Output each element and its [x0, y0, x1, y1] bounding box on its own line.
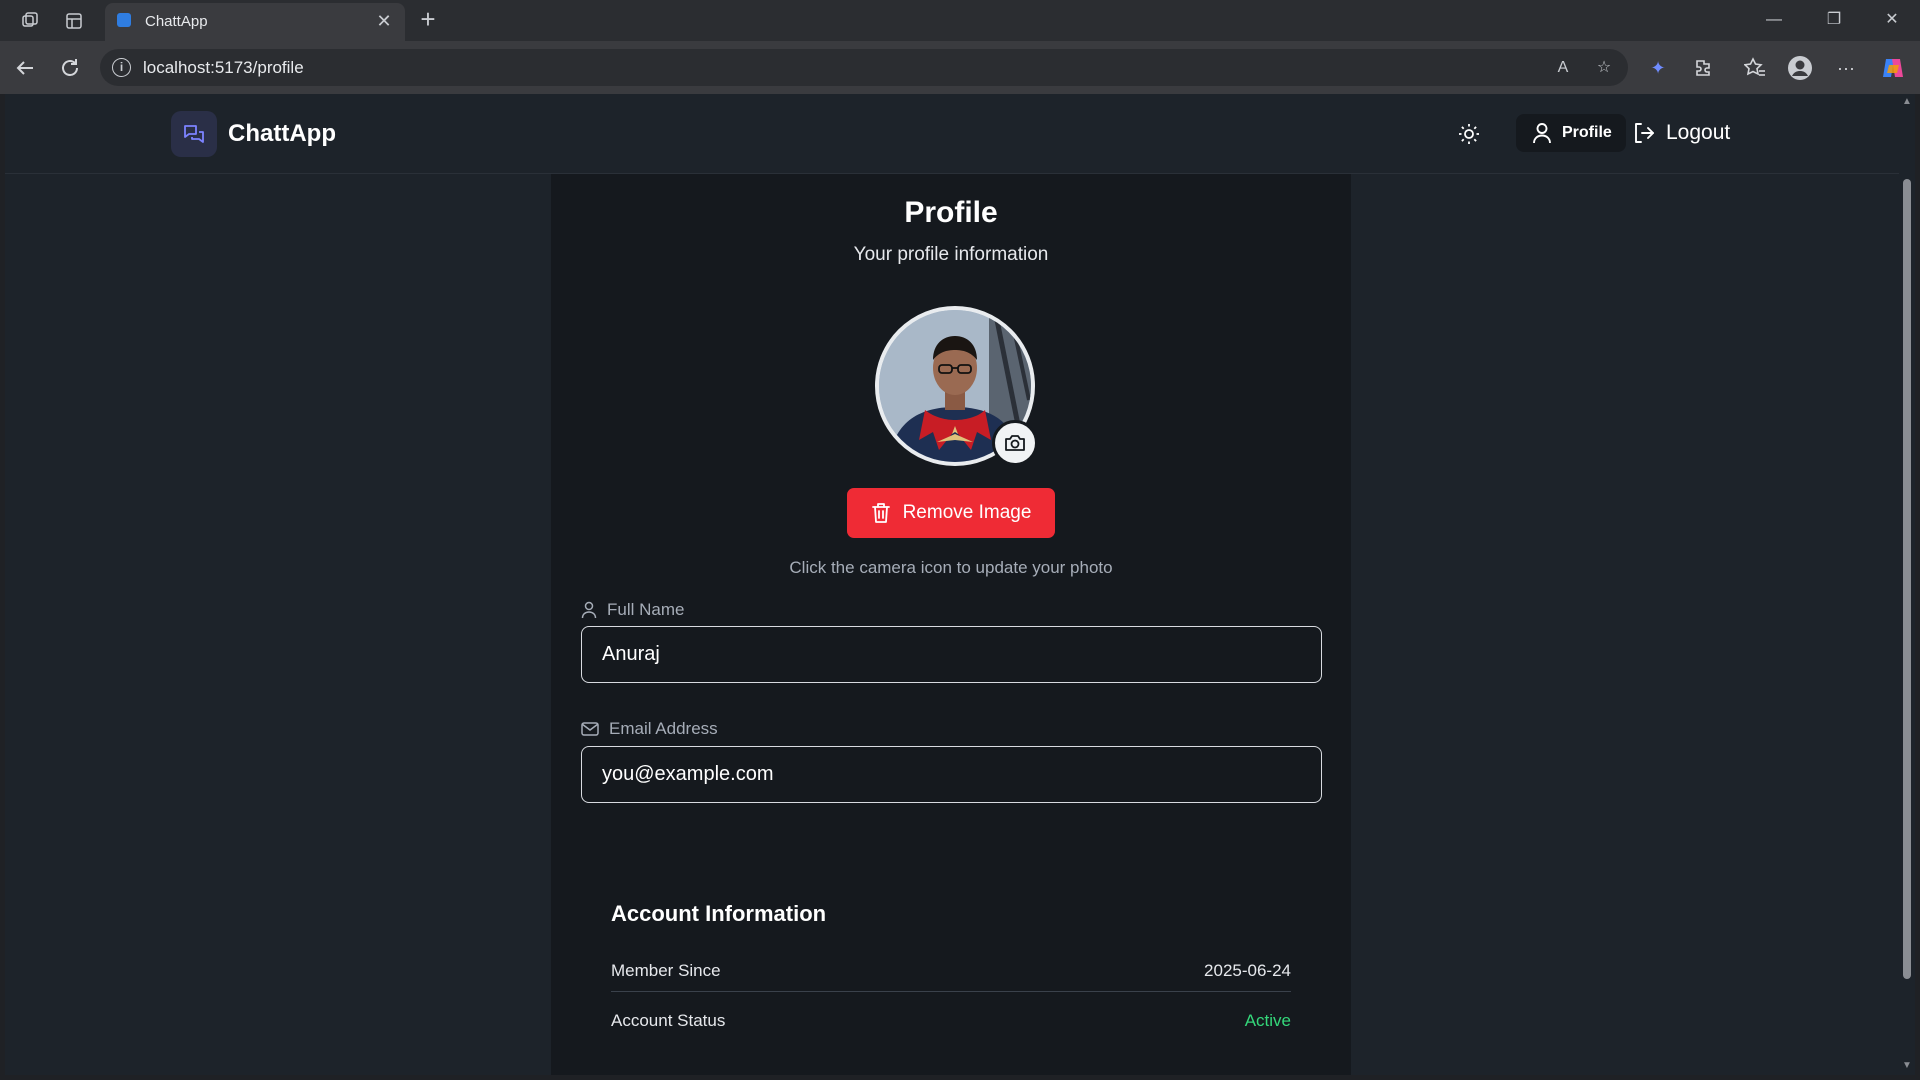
restore-icon[interactable]: ❐ [1820, 8, 1848, 32]
email-label: Email Address [581, 719, 718, 739]
more-options-icon[interactable]: ··· [1833, 55, 1859, 81]
trash-icon [871, 503, 890, 523]
account-row-member-since: Member Since 2025-06-24 [611, 950, 1291, 992]
new-tab-button[interactable]: + [414, 6, 442, 34]
email-label-text: Email Address [609, 719, 718, 738]
member-since-label: Member Since [611, 960, 721, 980]
favorites-icon[interactable] [1742, 55, 1768, 81]
scroll-down-icon[interactable]: ▼ [1902, 1061, 1912, 1071]
read-aloud-icon[interactable]: A [1552, 57, 1574, 79]
page-viewport: ChattApp Profile Logout Profile Your pro… [5, 94, 1899, 1075]
browser-toolbar: i localhost:5173/profile A ☆ ✦ ··· [0, 41, 1920, 94]
back-icon[interactable] [12, 55, 38, 81]
mail-icon [581, 722, 599, 736]
page-subtitle: Your profile information [853, 244, 1049, 265]
email-field[interactable]: you@example.com [581, 746, 1322, 803]
account-status-label: Account Status [611, 1011, 726, 1030]
full-name-label: Full Name [581, 600, 684, 620]
tab-actions-icon[interactable] [62, 9, 86, 33]
favorite-star-icon[interactable]: ☆ [1593, 57, 1615, 79]
brand-name[interactable]: ChattApp [228, 120, 336, 148]
profile-nav-label: Profile [1562, 124, 1612, 141]
logout-icon [1635, 123, 1654, 143]
camera-icon [1005, 435, 1025, 451]
theme-toggle-sun-icon[interactable] [1456, 121, 1482, 147]
status-badge: Active [1244, 1011, 1291, 1030]
tab-favicon-icon [117, 13, 131, 27]
account-row-status: Account Status Active [611, 1000, 1291, 1042]
copilot-sparkle-icon[interactable]: ✦ [1645, 55, 1671, 81]
remove-image-button[interactable]: Remove Image [847, 488, 1055, 538]
member-since-value: 2025-06-24 [1204, 960, 1291, 980]
scroll-up-icon[interactable]: ▲ [1902, 97, 1912, 107]
browser-tab-bar: ChattApp ✕ + — ❐ ✕ [0, 0, 1920, 41]
scrollbar-thumb[interactable] [1903, 179, 1911, 979]
user-icon [581, 601, 597, 619]
copilot-icon[interactable] [1880, 55, 1906, 81]
full-name-field[interactable]: Anuraj [581, 626, 1322, 683]
profile-card: Profile Your profile information Remove … [551, 174, 1351, 1075]
chat-logo-icon[interactable] [171, 111, 217, 157]
close-tab-icon[interactable]: ✕ [373, 10, 395, 32]
full-name-label-text: Full Name [607, 600, 685, 619]
photo-hint: Click the camera icon to update your pho… [789, 558, 1113, 577]
remove-image-label: Remove Image [902, 502, 1032, 523]
logout-button[interactable]: Logout [1632, 114, 1730, 152]
address-bar[interactable]: i localhost:5173/profile A ☆ [100, 49, 1628, 86]
profile-avatar-icon[interactable] [1787, 55, 1813, 81]
url-text[interactable]: localhost:5173/profile [143, 58, 304, 78]
logout-label: Logout [1666, 121, 1731, 144]
reload-icon[interactable] [57, 55, 83, 81]
account-info-title: Account Information [611, 901, 827, 926]
site-info-icon[interactable]: i [112, 58, 131, 77]
change-photo-camera-button[interactable] [992, 420, 1038, 466]
page-scrollbar[interactable]: ▲ ▼ [1899, 94, 1915, 1075]
profile-nav-button[interactable]: Profile [1516, 114, 1626, 152]
extensions-icon[interactable] [1690, 55, 1716, 81]
close-window-icon[interactable]: ✕ [1878, 8, 1906, 32]
minimize-icon[interactable]: — [1760, 8, 1788, 32]
workspaces-icon[interactable] [18, 9, 42, 33]
browser-tab[interactable]: ChattApp ✕ [105, 3, 405, 41]
user-icon [1533, 123, 1551, 144]
app-header: ChattApp Profile Logout [5, 94, 1899, 174]
tab-title: ChattApp [145, 13, 208, 30]
page-title: Profile [904, 196, 998, 229]
